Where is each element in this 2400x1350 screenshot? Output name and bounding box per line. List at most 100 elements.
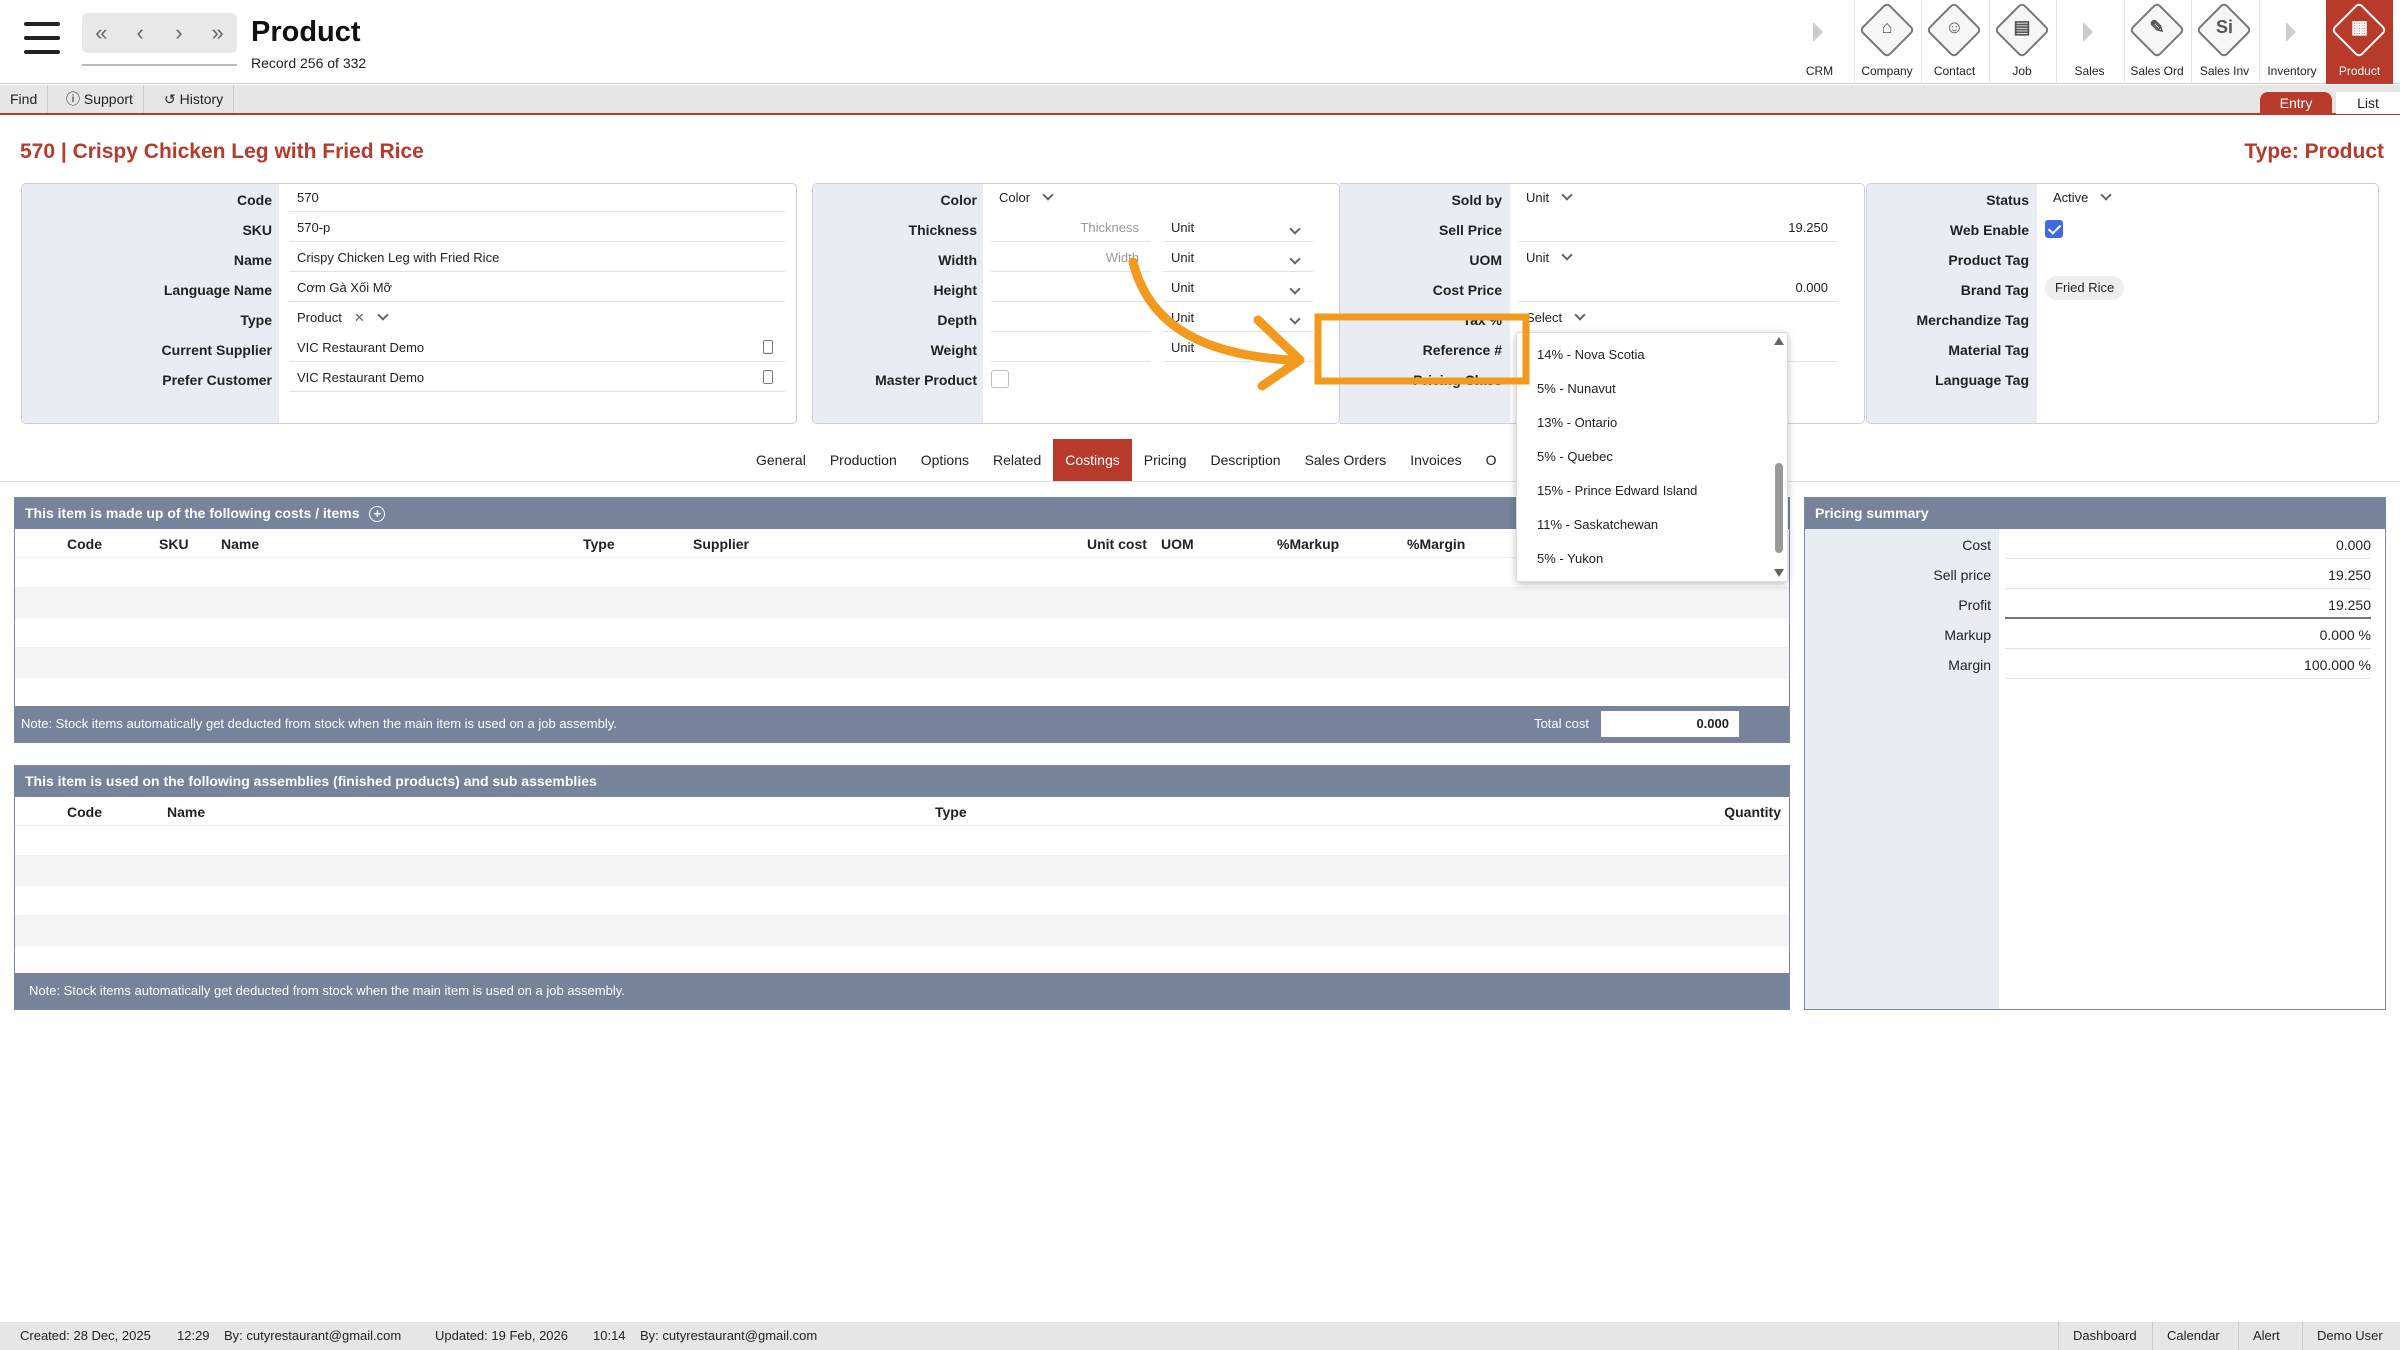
table-row[interactable] [15, 588, 1789, 618]
table-row[interactable] [15, 648, 1789, 678]
first-record-button[interactable]: « [83, 20, 119, 46]
entry-view-button[interactable]: Entry [2260, 92, 2332, 114]
tab-description[interactable]: Description [1199, 439, 1293, 481]
history-button[interactable]: ↺ History [154, 85, 235, 113]
tab-sales-orders[interactable]: Sales Orders [1293, 439, 1399, 481]
column-header[interactable]: Name [221, 536, 259, 552]
dashboard-link[interactable]: Dashboard [2058, 1322, 2137, 1350]
status-select[interactable]: Active [2045, 184, 2165, 212]
uom-select[interactable]: Unit [1518, 244, 1638, 272]
column-header[interactable]: %Margin [1407, 536, 1465, 552]
module-job-button[interactable]: ▤ Job [1989, 0, 2056, 84]
web-enable-checkbox[interactable] [2045, 220, 2063, 238]
module-contact-button[interactable]: ☺ Contact [1921, 0, 1988, 84]
dropdown-scrollbar[interactable] [1775, 463, 1783, 553]
prefer-customer-field[interactable]: VIC Restaurant Demo [289, 364, 785, 392]
tab-pricing[interactable]: Pricing [1132, 439, 1199, 481]
lookup-icon[interactable] [763, 340, 773, 354]
height-input[interactable] [991, 274, 1151, 302]
weight-input[interactable] [991, 334, 1151, 362]
user-menu-link[interactable]: Demo User [2302, 1322, 2383, 1350]
table-row[interactable] [15, 826, 1789, 856]
column-header[interactable]: Supplier [693, 536, 749, 552]
tab-general[interactable]: General [744, 439, 818, 481]
name-field[interactable]: Crispy Chicken Leg with Fried Rice [289, 244, 785, 272]
uom-value: Unit [1526, 250, 1550, 265]
tab-invoices[interactable]: Invoices [1398, 439, 1473, 481]
tab-costings[interactable]: Costings [1053, 439, 1132, 481]
brand-tag-field[interactable]: Fried Rice [2045, 274, 2245, 302]
support-button[interactable]: ⓘ Support [56, 85, 144, 113]
thickness-input[interactable]: Thickness [991, 214, 1151, 242]
previous-record-button[interactable]: ‹ [122, 20, 158, 46]
master-product-checkbox[interactable] [991, 370, 1009, 388]
sell-price-field[interactable]: 19.250 [1518, 214, 1838, 242]
total-cost-label: Total cost [1534, 716, 1589, 731]
cost-price-field[interactable]: 0.000 [1518, 274, 1838, 302]
module-inventory-button[interactable]: Inventory [2259, 0, 2326, 84]
module-product-button[interactable]: ▦ Product [2326, 0, 2393, 84]
record-counter: Record 256 of 332 [251, 55, 367, 71]
table-row[interactable] [15, 916, 1789, 946]
module-company-button[interactable]: ⌂ Company [1854, 0, 1921, 84]
table-row[interactable] [15, 856, 1789, 886]
last-record-button[interactable]: » [200, 20, 236, 46]
brand-tag-chip[interactable]: Fried Rice [2045, 276, 2125, 300]
thickness-unit-select[interactable]: Unit [1163, 214, 1313, 242]
column-header[interactable]: Type [583, 536, 615, 552]
column-header[interactable]: SKU [159, 536, 189, 552]
dropdown-option[interactable]: 13% - Ontario [1537, 415, 1617, 430]
next-record-button[interactable]: › [161, 20, 197, 46]
column-header[interactable]: UOM [1161, 536, 1194, 552]
dropdown-option[interactable]: 14% - Nova Scotia [1537, 347, 1645, 362]
dropdown-option[interactable]: 15% - Prince Edward Island [1537, 483, 1697, 498]
type-select[interactable]: Product ✕ [289, 304, 785, 332]
table-row[interactable] [15, 886, 1789, 916]
tax-select[interactable]: Select [1518, 304, 1638, 332]
column-header[interactable]: %Markup [1277, 536, 1339, 552]
calendar-link[interactable]: Calendar [2152, 1322, 2220, 1350]
module-sales-button[interactable]: Sales [2056, 0, 2123, 84]
add-circle-icon[interactable]: + [369, 506, 386, 522]
tab-o[interactable]: O [1474, 439, 1509, 481]
column-header[interactable]: Type [935, 804, 967, 820]
menu-icon[interactable] [20, 22, 68, 62]
width-input[interactable]: Width [991, 244, 1151, 272]
current-supplier-field[interactable]: VIC Restaurant Demo [289, 334, 785, 362]
clear-icon[interactable]: ✕ [354, 310, 365, 325]
column-header[interactable]: Code [67, 536, 102, 552]
column-header[interactable]: Unit cost [1087, 536, 1147, 552]
dropdown-option[interactable]: 5% - Nunavut [1537, 381, 1616, 396]
column-header[interactable]: Code [67, 804, 102, 820]
scroll-up-icon[interactable] [1774, 337, 1784, 345]
tab-related[interactable]: Related [981, 439, 1053, 481]
list-view-button[interactable]: List [2336, 92, 2400, 114]
column-header[interactable]: Name [167, 804, 205, 820]
weight-unit-select[interactable]: Unit [1163, 334, 1313, 362]
column-header[interactable]: Quantity [1724, 804, 1781, 820]
depth-input[interactable] [991, 304, 1151, 332]
tab-options[interactable]: Options [909, 439, 981, 481]
language-name-field[interactable]: Cơm Gà Xối Mỡ [289, 274, 785, 302]
dropdown-option[interactable]: 5% - Quebec [1537, 449, 1613, 464]
module-crm-button[interactable]: CRM [1786, 0, 1853, 84]
table-row[interactable] [15, 678, 1789, 708]
dropdown-option[interactable]: 11% - Saskatchewan [1537, 517, 1658, 532]
sold-by-select[interactable]: Unit [1518, 184, 1638, 212]
table-row[interactable] [15, 946, 1789, 976]
dropdown-option[interactable]: 5% - Yukon [1537, 551, 1603, 566]
scroll-down-icon[interactable] [1774, 569, 1784, 577]
find-button[interactable]: Find [0, 85, 49, 113]
depth-unit-select[interactable]: Unit [1163, 304, 1313, 332]
table-row[interactable] [15, 618, 1789, 648]
width-unit-select[interactable]: Unit [1163, 244, 1313, 272]
lookup-icon[interactable] [763, 370, 773, 384]
sku-field[interactable]: 570-p [289, 214, 785, 242]
module-sales-inv-button[interactable]: Si Sales Inv [2191, 0, 2258, 84]
alert-link[interactable]: Alert [2238, 1322, 2280, 1350]
code-field[interactable]: 570 [289, 184, 785, 212]
module-sales-ord-button[interactable]: ✎ Sales Ord [2124, 0, 2191, 84]
tab-production[interactable]: Production [818, 439, 909, 481]
color-select[interactable]: Color [991, 184, 1111, 212]
height-unit-select[interactable]: Unit [1163, 274, 1313, 302]
